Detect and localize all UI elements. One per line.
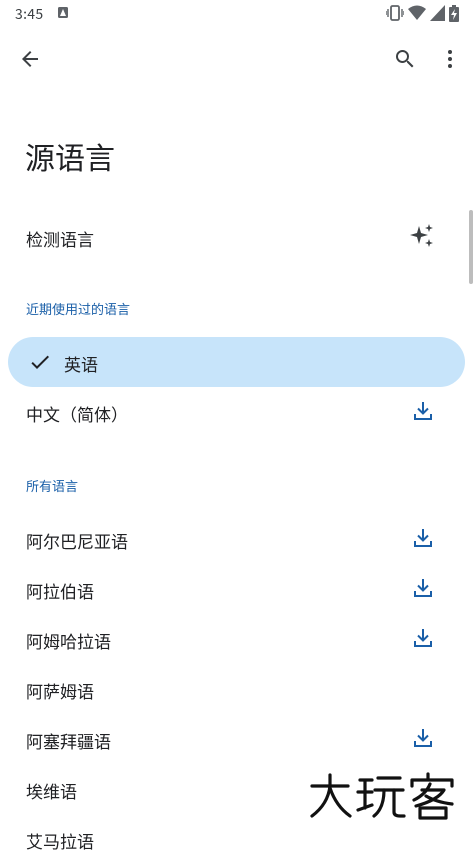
language-item[interactable]: 中文（简体） — [0, 387, 473, 437]
search-icon — [396, 50, 414, 68]
app-bar — [0, 34, 473, 84]
language-label: 阿姆哈拉语 — [26, 628, 111, 653]
check-icon — [31, 355, 49, 369]
sparkle-icon — [410, 224, 433, 247]
signal-icon — [430, 5, 445, 21]
language-label: 阿尔巴尼亚语 — [26, 528, 128, 553]
download-icon[interactable] — [411, 526, 435, 550]
language-label: 英语 — [64, 351, 98, 376]
detect-language-row[interactable]: 检测语言 — [0, 212, 473, 260]
search-button[interactable] — [385, 39, 425, 79]
more-vert-icon — [448, 50, 452, 68]
recent-languages-header: 近期使用过的语言 — [26, 299, 131, 318]
back-button[interactable] — [10, 39, 50, 79]
language-item[interactable]: 阿塞拜疆语 — [0, 714, 473, 764]
language-item[interactable]: 阿拉伯语 — [0, 564, 473, 614]
language-item[interactable]: 阿姆哈拉语 — [0, 614, 473, 664]
download-icon[interactable] — [411, 576, 435, 600]
status-time: 3:45 — [15, 4, 44, 24]
watermark-logo — [310, 772, 454, 820]
all-languages-header: 所有语言 — [26, 476, 79, 495]
status-bar: 3:45 — [0, 0, 473, 26]
language-label: 埃维语 — [26, 778, 77, 803]
scrollbar[interactable] — [469, 210, 473, 284]
language-item[interactable]: 阿萨姆语 — [0, 664, 473, 714]
language-label: 阿拉伯语 — [26, 578, 94, 603]
language-label: 艾马拉语 — [26, 828, 94, 853]
download-icon[interactable] — [411, 399, 435, 423]
language-item[interactable]: 阿尔巴尼亚语 — [0, 514, 473, 564]
detect-language-label: 检测语言 — [26, 226, 94, 251]
download-icon[interactable] — [411, 626, 435, 650]
download-icon[interactable] — [411, 726, 435, 750]
language-label: 中文（简体） — [26, 401, 128, 426]
language-label: 阿塞拜疆语 — [26, 728, 111, 753]
wifi-icon — [408, 5, 426, 20]
battery-charging-icon — [449, 4, 459, 22]
vibrate-icon — [386, 5, 404, 21]
arrow-back-icon — [22, 51, 38, 67]
system-icons — [386, 4, 459, 22]
language-label: 阿萨姆语 — [26, 678, 94, 703]
language-item-selected[interactable]: 英语 — [8, 337, 465, 387]
page-title: 源语言 — [25, 134, 115, 178]
notification-icon — [58, 7, 68, 18]
more-options-button[interactable] — [430, 39, 470, 79]
